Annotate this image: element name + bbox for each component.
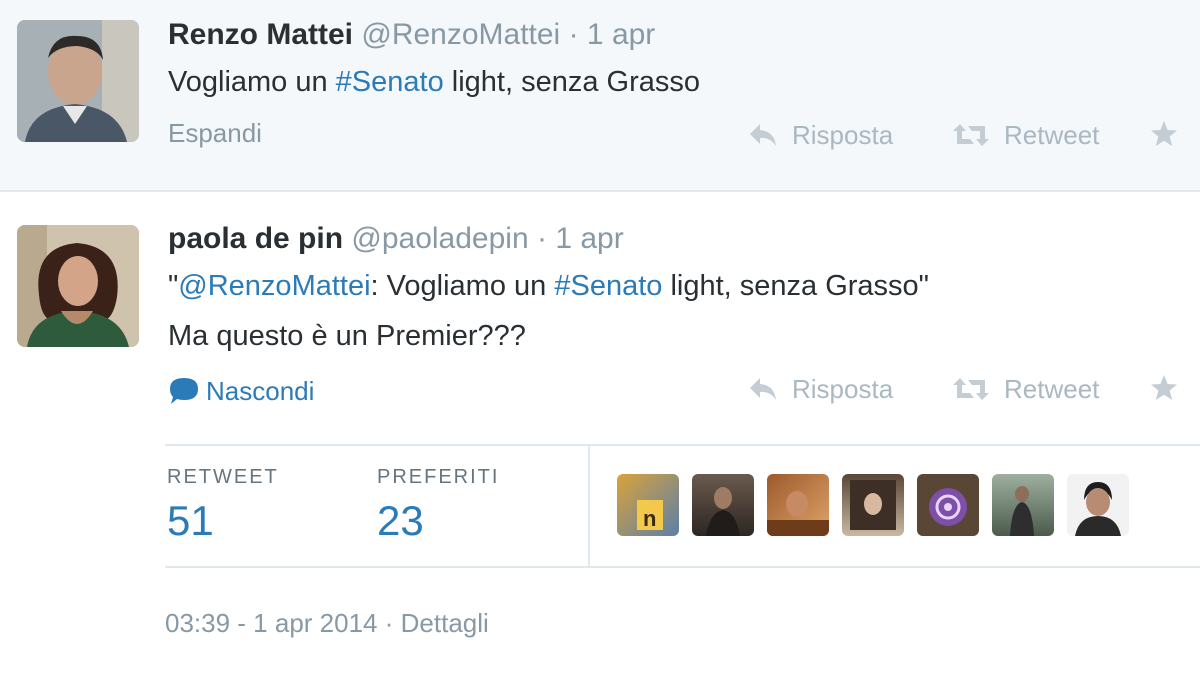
- expand-link[interactable]: Espandi: [168, 118, 262, 149]
- retweet-icon: [953, 378, 989, 400]
- svg-text:n: n: [643, 506, 656, 531]
- favorites-stat-label: PREFERITI: [377, 466, 500, 488]
- retweet-label: Retweet: [1004, 374, 1100, 404]
- tweet-text: Vogliamo un #Senato light, senza Grasso: [168, 60, 700, 104]
- retweet-button[interactable]: Retweet: [952, 120, 1099, 151]
- favorites-count: 23: [377, 497, 424, 544]
- reply-label: Risposta: [792, 374, 894, 404]
- tweet-footer: 03:39 - 1 apr 2014 · Dettagli: [165, 608, 489, 639]
- avatar[interactable]: n: [617, 474, 679, 536]
- tweet-text-part: : Vogliamo un: [370, 270, 555, 302]
- reply-label: Risposta: [792, 120, 894, 150]
- tweet-text-part: ": [168, 270, 179, 302]
- favorites-stat[interactable]: PREFERITI 23: [377, 466, 499, 545]
- hashtag-link[interactable]: #Senato: [336, 66, 444, 98]
- tweet-renzo-mattei[interactable]: Renzo Mattei @RenzoMattei · 1 apr Voglia…: [0, 0, 1200, 192]
- tweet-text-part: Vogliamo un: [168, 66, 336, 98]
- stats-divider: [588, 446, 590, 566]
- favorite-button[interactable]: [1150, 374, 1192, 405]
- avatar[interactable]: [1067, 474, 1129, 536]
- hide-conversation-link[interactable]: Nascondi: [168, 376, 314, 407]
- reply-icon: [750, 124, 776, 146]
- retweet-stat-label: RETWEET: [167, 466, 279, 488]
- star-icon: [1151, 121, 1177, 146]
- tweet-date[interactable]: 1 apr: [587, 18, 655, 51]
- author-fullname[interactable]: Renzo Mattei: [168, 18, 353, 51]
- tweet-text-line2: Ma questo è un Premier???: [168, 320, 526, 352]
- retweet-icon: [953, 124, 989, 146]
- header-separator: ·: [536, 222, 547, 255]
- reply-button[interactable]: Risposta: [748, 120, 893, 151]
- avatar[interactable]: [992, 474, 1054, 536]
- hashtag-link[interactable]: #Senato: [554, 270, 662, 302]
- tweet-stats: RETWEET 51 PREFERITI 23 n: [165, 444, 1200, 568]
- tweet-date[interactable]: 1 apr: [555, 222, 623, 255]
- footer-separator: ·: [384, 608, 394, 638]
- tweet-text: "@RenzoMattei: Vogliamo un #Senato light…: [168, 264, 929, 308]
- author-handle[interactable]: @RenzoMattei: [361, 18, 560, 51]
- tweet-text-part: light, senza Grasso": [662, 270, 929, 302]
- author-handle[interactable]: @paoladepin: [351, 222, 528, 255]
- speech-bubble-icon: [170, 378, 198, 404]
- favorite-button[interactable]: [1150, 120, 1192, 151]
- tweet-paola-de-pin[interactable]: paola de pin @paoladepin · 1 apr "@Renzo…: [0, 192, 1200, 675]
- details-link[interactable]: Dettagli: [401, 608, 489, 638]
- retweet-button[interactable]: Retweet: [952, 374, 1099, 405]
- reply-icon: [750, 378, 776, 400]
- mention-link[interactable]: @RenzoMattei: [178, 270, 370, 302]
- hide-label: Nascondi: [206, 376, 315, 406]
- retweet-stat[interactable]: RETWEET 51: [167, 466, 279, 545]
- tweet-text-part: light, senza Grasso: [443, 66, 701, 98]
- reply-button[interactable]: Risposta: [748, 374, 893, 405]
- avatar[interactable]: [917, 474, 979, 536]
- tweet-header: Renzo Mattei @RenzoMattei · 1 apr: [168, 18, 655, 52]
- star-icon: [1151, 375, 1177, 400]
- tweet-header: paola de pin @paoladepin · 1 apr: [168, 222, 624, 256]
- avatar[interactable]: [842, 474, 904, 536]
- avatar[interactable]: [17, 20, 139, 142]
- avatar[interactable]: [767, 474, 829, 536]
- retweet-count: 51: [167, 497, 214, 544]
- tweet-timestamp[interactable]: 03:39 - 1 apr 2014: [165, 608, 378, 638]
- avatar[interactable]: [692, 474, 754, 536]
- retweet-label: Retweet: [1004, 120, 1100, 150]
- author-fullname[interactable]: paola de pin: [168, 222, 343, 255]
- header-separator: ·: [568, 18, 579, 51]
- avatar[interactable]: [17, 225, 139, 347]
